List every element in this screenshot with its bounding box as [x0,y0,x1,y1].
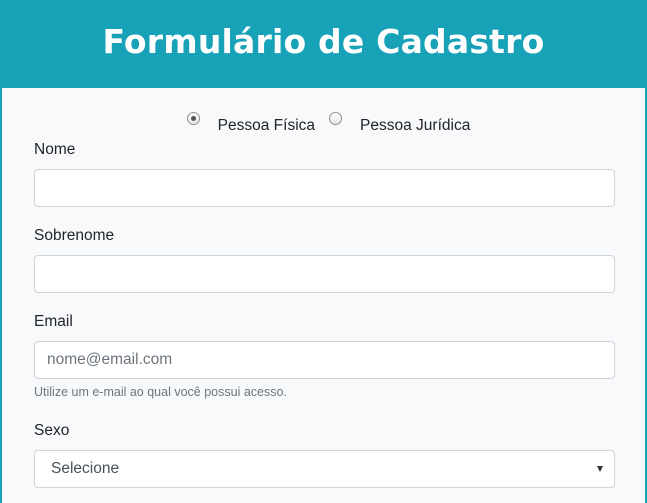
radio-pessoa-juridica[interactable]: Pessoa Jurídica [329,110,470,135]
email-help-text: Utilize um e-mail ao qual você possui ac… [34,385,287,399]
nome-label: Nome [34,141,76,158]
person-type-radio-group: Pessoa Física Pessoa Jurídica [2,110,645,135]
sobrenome-label: Sobrenome [34,227,115,244]
email-placeholder: nome@email.com [47,351,173,368]
sexo-label: Sexo [34,422,70,439]
sobrenome-input[interactable] [34,255,615,293]
radio-button-checked[interactable] [186,112,200,125]
email-label: Email [34,313,73,330]
page-title: Formulário de Cadastro [102,21,545,61]
form-frame: Formulário de Cadastro Pessoa Física Pes… [0,0,647,503]
sexo-select[interactable]: Selecione [34,450,615,488]
form-body: Pessoa Física Pessoa Jurídica Nome Sobre… [2,88,645,503]
radio-label-pessoa-juridica: Pessoa Jurídica [360,117,471,134]
radio-button-unchecked[interactable] [329,112,343,125]
radio-label-pessoa-fisica: Pessoa Física [217,117,316,134]
radio-pessoa-fisica[interactable]: Pessoa Física [186,110,316,135]
chevron-down-icon [597,466,603,472]
sexo-selected-value: Selecione [51,460,120,477]
page-header: Formulário de Cadastro [2,0,645,88]
nome-input[interactable] [34,169,615,207]
email-input[interactable]: nome@email.com [34,341,615,379]
